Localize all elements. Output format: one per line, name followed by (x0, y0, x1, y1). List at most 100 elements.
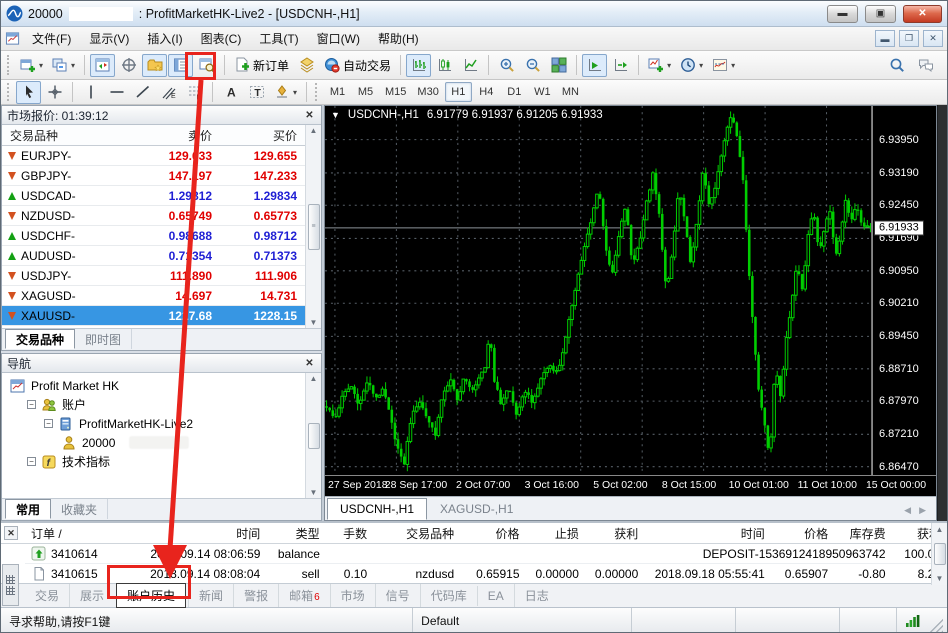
market-watch-row-usdchf[interactable]: USDCHF-0.986880.98712 (2, 226, 305, 246)
terminal-tab-新闻[interactable]: 新闻 (188, 584, 233, 607)
chart-dropdown-icon[interactable]: ▼ (331, 110, 340, 120)
timeframe-m5[interactable]: M5 (352, 82, 379, 102)
new-chart-dropdown-icon[interactable]: ▾ (39, 61, 43, 70)
column-symbol[interactable]: 交易品种 (2, 127, 120, 144)
arrows-button[interactable]: ▾ (270, 81, 301, 104)
market-watch-close-icon[interactable]: ✕ (303, 109, 316, 122)
text-button[interactable]: A (218, 81, 243, 104)
restore-button[interactable]: ▣ (865, 5, 896, 23)
periods-dropdown-icon[interactable]: ▾ (699, 61, 703, 70)
resize-grip[interactable] (929, 619, 943, 633)
menu-item-1[interactable]: 显示(V) (80, 27, 138, 50)
navigator-tab-收藏夹[interactable]: 收藏夹 (51, 499, 108, 519)
terminal-column-10[interactable]: 库存费 (834, 525, 891, 542)
terminal-column-5[interactable]: 价格 (460, 525, 525, 542)
horizontal-line-button[interactable] (104, 81, 129, 104)
navigator-close-icon[interactable]: ✕ (303, 357, 316, 370)
terminal-column-1[interactable]: 时间 (140, 525, 267, 542)
chart-window-icon[interactable] (5, 31, 21, 46)
toolbar-grip[interactable] (7, 55, 12, 76)
history-row-balance[interactable]: 34106142018.09.14 08:06:59balanceDEPOSIT… (25, 544, 947, 564)
tree-collapse-icon[interactable]: − (27, 400, 36, 409)
terminal-close-icon[interactable]: ✕ (4, 526, 18, 540)
new-chart-button[interactable]: ▾ (16, 54, 47, 77)
chart-tab-xagusd-h1[interactable]: XAGUSD-,H1 (427, 498, 526, 520)
chart-candles-button[interactable] (432, 54, 457, 77)
navigator-button[interactable] (142, 54, 167, 77)
navigator-item-4[interactable]: −f技术指标 (2, 452, 305, 471)
menu-item-5[interactable]: 窗口(W) (308, 27, 369, 50)
chart-tabs-scroll-left-icon[interactable]: ◀ (904, 505, 911, 516)
menu-item-2[interactable]: 插入(I) (138, 27, 191, 50)
terminal-button[interactable] (168, 54, 193, 77)
menu-item-0[interactable]: 文件(F) (23, 27, 80, 50)
column-ask[interactable]: 买价 (220, 127, 305, 144)
chart-tabs-scroll-right-icon[interactable]: ▶ (919, 505, 926, 516)
chart-bars-button[interactable] (406, 54, 431, 77)
timeframe-m1[interactable]: M1 (324, 82, 351, 102)
docked-panel-handle[interactable] (2, 564, 19, 606)
terminal-tab-展示[interactable]: 展示 (69, 584, 114, 607)
tile-windows-button[interactable] (546, 54, 571, 77)
child-restore-button[interactable]: ❐ (899, 30, 919, 47)
navigator-item-3[interactable]: 20000 (2, 433, 305, 452)
chart-plot[interactable]: ▼ USDCNH-,H1 6.91779 6.91937 6.91205 6.9… (325, 106, 872, 475)
terminal-tab-代码库[interactable]: 代码库 (420, 584, 477, 607)
new-order-button[interactable]: 新订单 (230, 54, 293, 77)
equidistant-channel-button[interactable]: E (156, 81, 181, 104)
market-watch-row-usdcad[interactable]: USDCAD-1.298121.29834 (2, 186, 305, 206)
indicators-button[interactable]: ▾ (644, 54, 675, 77)
trendline-button[interactable] (130, 81, 155, 104)
tree-collapse-icon[interactable]: − (27, 457, 36, 466)
market-watch-row-nzdusd[interactable]: NZDUSD-0.657490.65773 (2, 206, 305, 226)
price-axis[interactable]: 6.939506.931906.924506.916906.909506.902… (872, 106, 936, 475)
terminal-column-7[interactable]: 获利 (585, 525, 644, 542)
timeframe-h4[interactable]: H4 (473, 82, 500, 102)
chart-tab-usdcnh-h1[interactable]: USDCNH-,H1 (327, 498, 427, 520)
text-label-button[interactable]: T (244, 81, 269, 104)
market-watch-tab-即时图[interactable]: 即时图 (75, 329, 132, 349)
navigator-tab-常用[interactable]: 常用 (5, 499, 51, 519)
menu-item-4[interactable]: 工具(T) (250, 27, 307, 50)
market-watch-row-eurjpy[interactable]: EURJPY-129.633129.655 (2, 146, 305, 166)
status-profile[interactable]: Default (413, 608, 632, 633)
time-axis[interactable]: 27 Sep 201828 Sep 17:002 Oct 07:003 Oct … (325, 475, 936, 496)
strategy-tester-button[interactable] (194, 54, 219, 77)
auto-scroll-button[interactable] (582, 54, 607, 77)
chat-button[interactable] (913, 54, 938, 77)
metaeditor-button[interactable] (294, 54, 319, 77)
zoom-out-button[interactable] (520, 54, 545, 77)
market-watch-row-xagusd[interactable]: XAGUSD-14.69714.731 (2, 286, 305, 306)
minimize-button[interactable]: ▬ (827, 5, 858, 23)
indicators-dropdown-icon[interactable]: ▾ (667, 61, 671, 70)
terminal-column-6[interactable]: 止损 (526, 525, 585, 542)
tree-collapse-icon[interactable]: − (44, 419, 53, 428)
cursor-button[interactable] (16, 81, 41, 104)
chart-line-button[interactable] (458, 54, 483, 77)
history-row-trade[interactable]: 34106152018.09.14 08:08:04sell0.10nzdusd… (25, 564, 947, 583)
crosshair-button[interactable] (42, 81, 67, 104)
market-watch-tab-交易品种[interactable]: 交易品种 (5, 329, 75, 349)
terminal-scrollbar[interactable]: ▲ ▼ (931, 523, 947, 585)
market-watch-scrollbar[interactable]: ▲≡▼ (305, 125, 321, 328)
terminal-tab-市场[interactable]: 市场 (330, 584, 375, 607)
profiles-button[interactable]: ▾ (48, 54, 79, 77)
toolbar-grip3[interactable] (315, 83, 320, 101)
vertical-line-button[interactable] (78, 81, 103, 104)
toolbar-grip2[interactable] (7, 83, 12, 101)
navigator-item-0[interactable]: Profit Market HK (2, 376, 305, 395)
market-watch-row-usdjpy[interactable]: USDJPY-111.890111.906 (2, 266, 305, 286)
terminal-column-8[interactable]: 时间 (644, 525, 771, 542)
auto-trading-button[interactable]: 自动交易 (320, 54, 395, 77)
terminal-column-4[interactable]: 交易品种 (373, 525, 460, 542)
market-watch-row-gbpjpy[interactable]: GBPJPY-147.197147.233 (2, 166, 305, 186)
templates-button[interactable]: ▾ (708, 54, 739, 77)
terminal-tab-日志[interactable]: 日志 (514, 584, 559, 607)
terminal-column-0[interactable]: 订单 / (25, 525, 140, 542)
navigator-item-2[interactable]: −ProfitMarketHK-Live2 (2, 414, 305, 433)
terminal-header[interactable]: 订单 /时间类型手数交易品种价格止损获利时间价格库存费获利 (1, 523, 947, 544)
timeframe-m15[interactable]: M15 (380, 82, 411, 102)
zoom-in-button[interactable] (494, 54, 519, 77)
terminal-tab-邮箱[interactable]: 邮箱6 (278, 584, 330, 607)
fibonacci-button[interactable]: F (182, 81, 207, 104)
